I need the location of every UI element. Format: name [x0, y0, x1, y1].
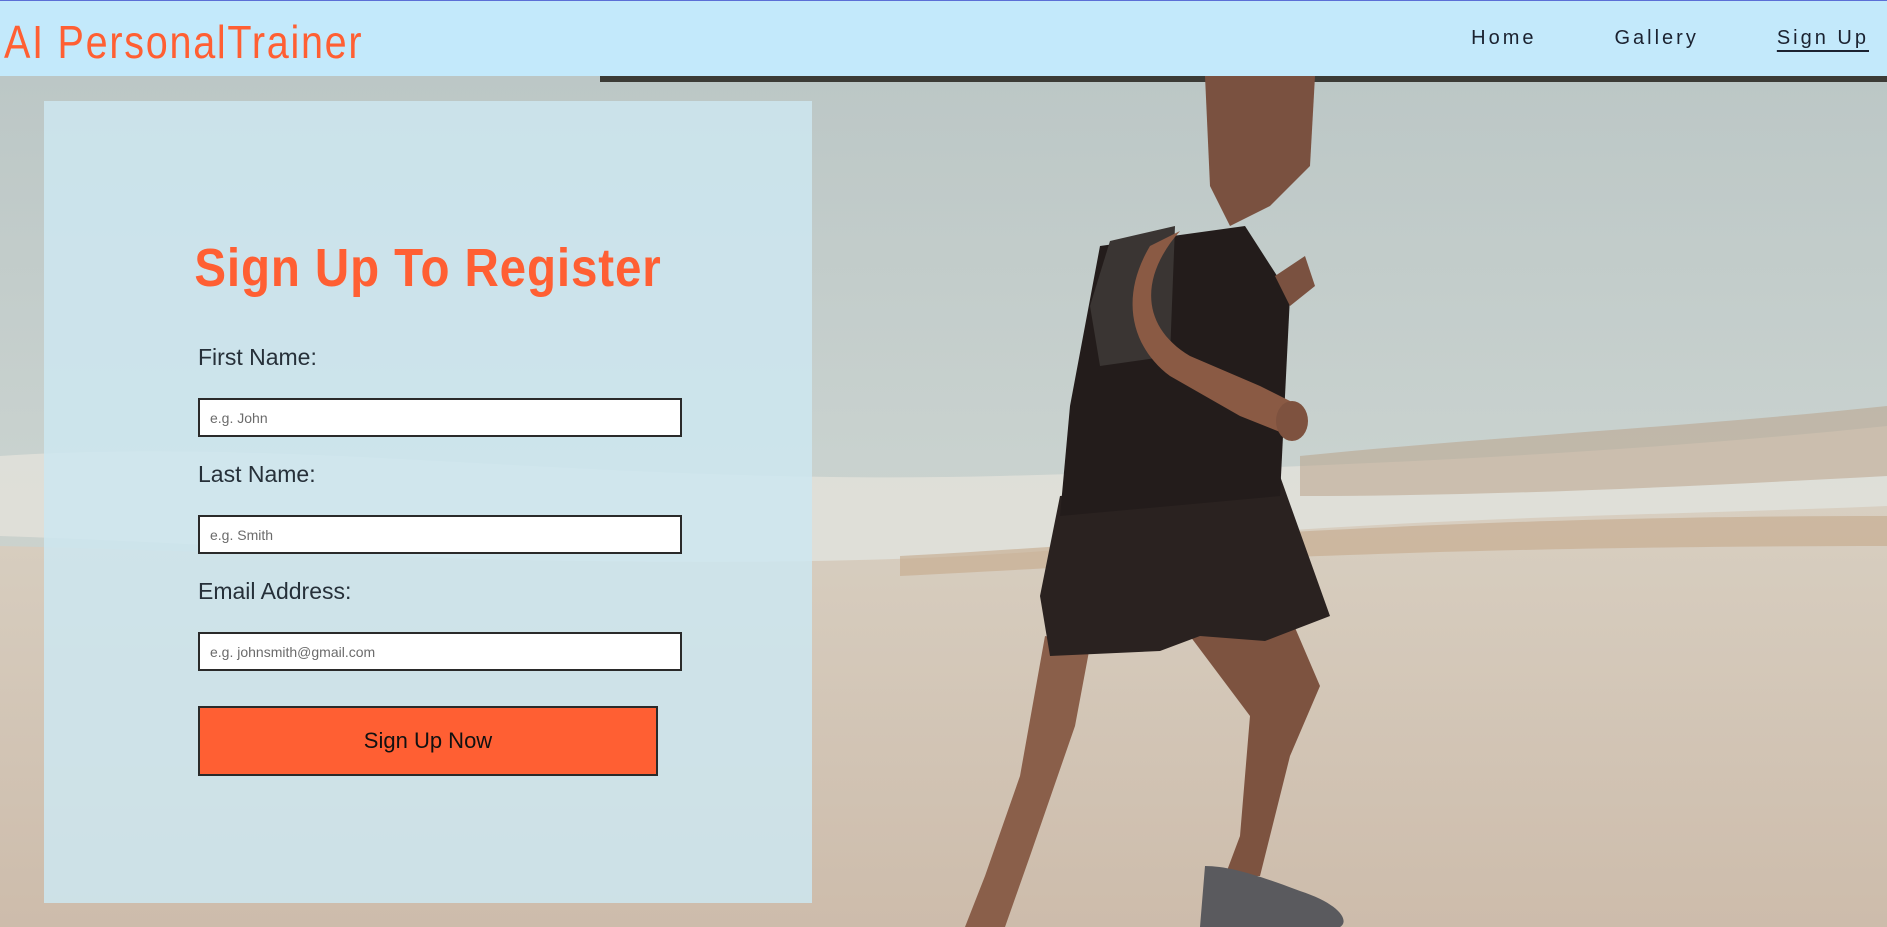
- last-name-input[interactable]: [198, 515, 682, 554]
- brand-logo[interactable]: AI PersonalTrainer: [4, 15, 363, 69]
- nav-home-link[interactable]: Home: [1471, 27, 1536, 50]
- email-input[interactable]: [198, 632, 682, 671]
- top-nav-bar: AI PersonalTrainer Home Gallery Sign Up: [0, 0, 1887, 76]
- first-name-label: First Name:: [198, 344, 317, 370]
- last-name-label: Last Name:: [198, 461, 316, 487]
- main-nav: Home Gallery Sign Up: [1393, 27, 1869, 50]
- signup-panel: Sign Up To Register First Name: Last Nam…: [44, 101, 812, 903]
- form-title: Sign Up To Register: [194, 238, 662, 298]
- first-name-input[interactable]: [198, 398, 682, 437]
- signup-submit-button[interactable]: Sign Up Now: [198, 706, 658, 776]
- nav-signup-link[interactable]: Sign Up: [1777, 27, 1869, 50]
- nav-gallery-link[interactable]: Gallery: [1614, 27, 1698, 50]
- email-label: Email Address:: [198, 578, 352, 604]
